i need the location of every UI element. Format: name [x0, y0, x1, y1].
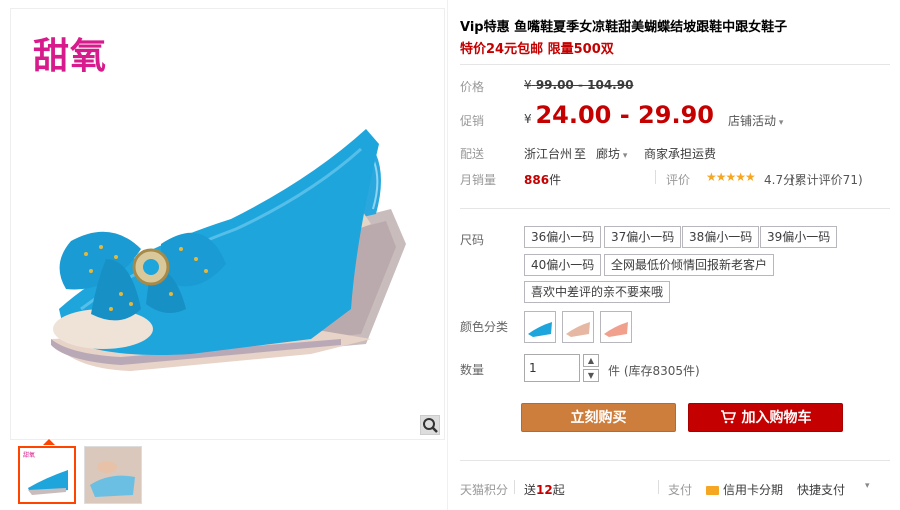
points-post: 起 — [552, 483, 565, 497]
magnifier-icon — [423, 418, 438, 433]
product-info-panel: Vip特惠 鱼嘴鞋夏季女凉鞋甜美蝴蝶结坡跟鞋中跟女鞋子 特价24元包邮 限量50… — [460, 0, 890, 510]
credit-installment[interactable]: 信用卡分期 — [706, 481, 783, 498]
active-thumb-arrow — [43, 439, 55, 445]
quantity-increase-button[interactable]: ▲ — [583, 354, 599, 367]
monthly-sales: 886件 — [524, 171, 561, 188]
original-price: ¥ 99.00 - 104.90 — [524, 78, 633, 92]
currency-symbol: ¥ — [524, 78, 532, 92]
zoom-button[interactable] — [420, 415, 440, 435]
divider-vertical — [655, 170, 656, 184]
cart-icon — [720, 410, 736, 424]
quantity-input[interactable]: 1 — [524, 354, 580, 382]
stock-info: 件 (库存8305件) — [608, 364, 700, 378]
buy-now-button[interactable]: 立刻购买 — [521, 403, 676, 432]
promo-price-value: 24.00 - 29.90 — [535, 101, 714, 129]
divider-3 — [460, 460, 890, 461]
size-option[interactable]: 36偏小一码 — [524, 226, 602, 248]
rating-stars-icon: ★★★★★ — [706, 170, 756, 184]
credit-card-icon — [706, 486, 719, 495]
ship-to-city: 廊坊 — [596, 147, 621, 161]
credit-installment-label: 信用卡分期 — [723, 483, 784, 497]
tmall-points: 送12起 — [524, 481, 565, 498]
shipping-label: 配送 — [460, 147, 485, 161]
monthly-sales-label: 月销量 — [460, 173, 497, 187]
product-title: Vip特惠 鱼嘴鞋夏季女凉鞋甜美蝴蝶结坡跟鞋中跟女鞋子 — [460, 20, 788, 35]
points-pre: 送 — [524, 483, 537, 497]
svg-text:甜氧: 甜氧 — [23, 451, 35, 459]
store-activity-label: 店铺活动 — [728, 114, 777, 128]
divider-vertical-2 — [514, 480, 515, 494]
quantity-label: 数量 — [460, 363, 485, 377]
price-label: 价格 — [460, 80, 485, 94]
expand-chevron-icon[interactable]: ▾ — [865, 481, 870, 491]
rating-label: 评价 — [666, 173, 691, 187]
size-label: 尺码 — [460, 233, 485, 247]
store-activity-dropdown[interactable]: 店铺活动 ▾ — [728, 112, 783, 129]
sales-count: 886 — [524, 173, 550, 187]
chevron-down-icon: ▾ — [776, 118, 784, 128]
rating-total-link[interactable]: (累计评价71) — [790, 171, 863, 188]
sandal-image — [51, 129, 406, 371]
ship-to-selector[interactable]: 廊坊 ▾ — [596, 145, 627, 162]
tmall-points-label: 天猫积分 — [460, 483, 509, 497]
thumbnail-2[interactable] — [84, 446, 142, 504]
promo-text: 特价24元包邮 限量500双 — [460, 42, 614, 57]
color-swatch-beige[interactable] — [562, 311, 594, 343]
quantity-decrease-button[interactable]: ▼ — [583, 369, 599, 382]
main-product-image[interactable]: 甜氧 — [10, 8, 445, 440]
color-label: 颜色分类 — [460, 320, 509, 334]
size-option[interactable]: 37偏小一码 — [604, 226, 682, 248]
pink-sandal-swatch — [604, 322, 628, 337]
color-swatch-pink[interactable] — [600, 311, 632, 343]
promo-price-label: 促销 — [460, 114, 485, 128]
ship-to-word: 至 — [574, 147, 587, 161]
arrow-down-icon: ▼ — [587, 371, 595, 380]
currency-symbol-2: ¥ — [524, 112, 532, 126]
divider-2 — [460, 208, 890, 209]
beige-sandal-swatch — [566, 322, 590, 337]
size-option[interactable]: 39偏小一码 — [760, 226, 838, 248]
add-to-cart-label: 加入购物车 — [741, 410, 812, 426]
sales-unit: 件 — [549, 173, 562, 187]
size-option[interactable]: 全网最低价倾情回报新老客户 — [604, 254, 775, 276]
payment-label: 支付 — [668, 483, 693, 497]
thumbnail-1[interactable]: 甜氧 — [18, 446, 76, 504]
ship-from: 浙江台州 — [524, 147, 573, 161]
arrow-up-icon: ▲ — [587, 356, 595, 365]
original-price-value: 99.00 - 104.90 — [535, 78, 634, 92]
divider-vertical-3 — [658, 480, 659, 494]
promo-price: ¥ 24.00 - 29.90 — [524, 101, 714, 129]
points-value: 12 — [536, 483, 553, 497]
column-divider — [447, 0, 448, 510]
divider — [460, 64, 890, 65]
quick-pay: 快捷支付 — [797, 483, 846, 497]
add-to-cart-button[interactable]: 加入购物车 — [688, 403, 843, 432]
thumbnail-sandal-blue: 甜氧 — [20, 448, 74, 502]
size-option[interactable]: 38偏小一码 — [682, 226, 760, 248]
size-option[interactable]: 40偏小一码 — [524, 254, 602, 276]
shipping-fee: 商家承担运费 — [644, 147, 717, 161]
thumbnail-sandal-worn — [85, 447, 141, 503]
caret-down-icon: ▾ — [620, 151, 628, 161]
color-swatch-blue[interactable] — [524, 311, 556, 343]
size-option[interactable]: 喜欢中差评的亲不要来哦 — [524, 281, 671, 303]
blue-sandal-swatch — [528, 322, 552, 337]
